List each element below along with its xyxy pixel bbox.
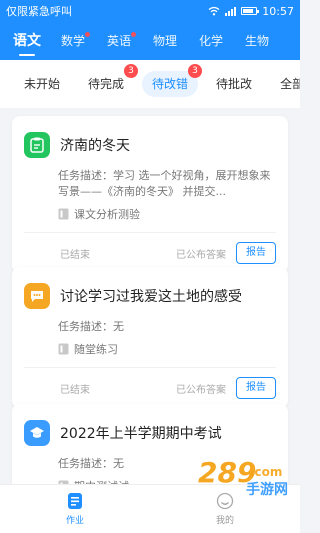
filter-to-correct[interactable]: 待改错 3 (142, 64, 203, 97)
unread-dot (85, 32, 90, 37)
assignment-card[interactable]: 济南的冬天 任务描述：学习 选一个好视角，展开想象来写景——《济南的冬天》 并提… (12, 116, 288, 273)
status-filter-bar: 未开始 待完成3 待改错3 待批改 全部课 (0, 60, 300, 108)
filter-to-grade[interactable]: 待批改 (206, 71, 262, 97)
card-description: 任务描述：无 (58, 320, 124, 333)
card-description: 任务描述：无 (58, 457, 124, 470)
tab-subject-math[interactable]: 数学 (50, 22, 96, 60)
card-publish-status: 已公布答案 (176, 249, 226, 261)
nav-label: 作业 (65, 516, 84, 526)
card-title: 讨论学习过我爱这土地的感受 (60, 289, 242, 305)
card-status: 已结束 (60, 384, 90, 396)
card-publish-status: 已公布答案 (176, 384, 226, 396)
filter-to-complete[interactable]: 待完成 3 (78, 64, 139, 97)
card-status: 已结束 (60, 249, 90, 261)
nav-label: 我的 (215, 516, 234, 526)
status-icons: 10:57 (208, 5, 294, 18)
filter-not-started[interactable]: 未开始 (14, 71, 70, 97)
assignment-card[interactable]: 讨论学习过我爱这土地的感受 任务描述：无 随堂练习 已结束 已公布答案 报告 (12, 267, 288, 408)
tab-subject-english[interactable]: 英语 (96, 22, 142, 60)
count-badge: 3 (124, 64, 139, 78)
report-button[interactable]: 报告 (236, 242, 276, 264)
carrier-text: 仅限紧急呼叫 (6, 5, 72, 18)
tab-subject-chemistry[interactable]: 化学 (188, 22, 234, 60)
card-description: 任务描述：学习 选一个好视角，展开想象来写景——《济南的冬天》 并提交... (58, 169, 271, 198)
profile-icon (216, 492, 234, 510)
nav-homework[interactable]: 作业 (0, 485, 150, 533)
card-type: 课文分析测验 (74, 208, 140, 221)
tab-subject-chinese[interactable]: 语文 (4, 22, 50, 60)
tab-subject-physics[interactable]: 物理 (142, 22, 188, 60)
tab-subject-biology[interactable]: 生物 (234, 22, 280, 60)
subject-tabs: 语文 数学 英语 物理 化学 生物 (0, 22, 300, 60)
assignment-card[interactable]: 2022年上半学期期中考试 任务描述：无 期中测试试 (12, 404, 288, 484)
wifi-icon (208, 6, 220, 16)
clock-text: 10:57 (262, 4, 294, 18)
filter-all[interactable]: 全部课 (270, 71, 300, 97)
graduation-cap-icon (24, 420, 50, 446)
document-icon (58, 343, 69, 355)
signal-icon (225, 6, 237, 16)
homework-icon (68, 493, 82, 509)
document-icon (58, 208, 69, 220)
unread-dot (131, 32, 136, 37)
clipboard-icon (24, 132, 50, 158)
chat-icon (24, 283, 50, 309)
app-header: 仅限紧急呼叫 10:57 语文 数学 英语 物理 化学 生物 (0, 0, 300, 60)
nav-profile[interactable]: 我的 (150, 485, 300, 533)
card-title: 2022年上半学期期中考试 (60, 426, 222, 442)
battery-icon (241, 7, 260, 15)
status-bar: 仅限紧急呼叫 10:57 (0, 0, 300, 22)
bottom-navigation: 作业 我的 (0, 484, 300, 533)
card-type: 随堂练习 (74, 343, 118, 356)
report-button[interactable]: 报告 (236, 377, 276, 399)
card-title: 济南的冬天 (60, 138, 130, 154)
count-badge: 3 (188, 64, 203, 78)
